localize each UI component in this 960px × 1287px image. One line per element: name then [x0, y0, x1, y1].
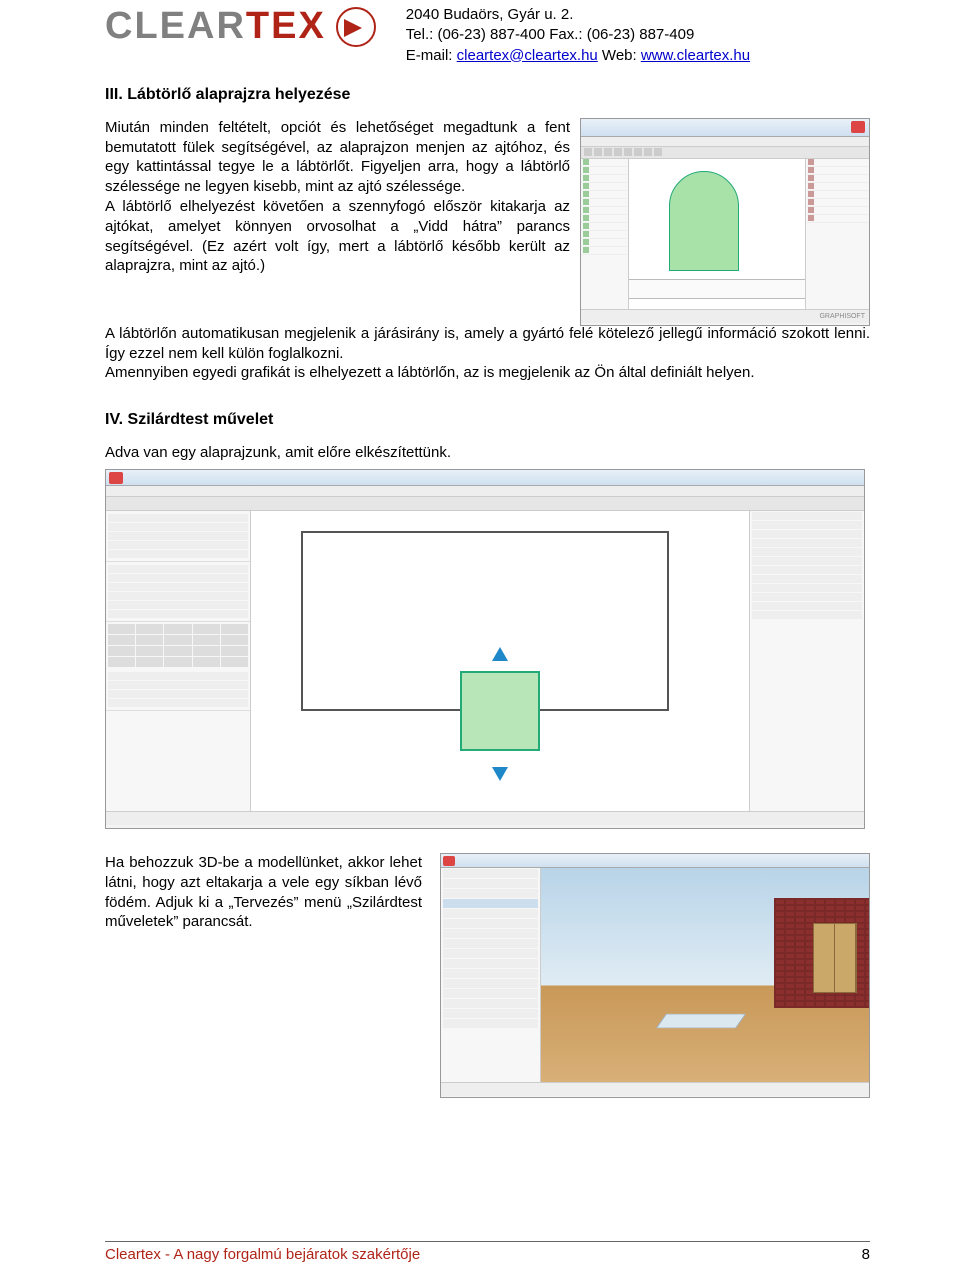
menubar[interactable]: [106, 486, 864, 497]
drawing-canvas[interactable]: [251, 511, 749, 811]
left-panel[interactable]: [581, 159, 629, 309]
page-footer: Cleartex - A nagy forgalmú bejáratok sza…: [105, 1241, 870, 1263]
screenshot-floorplan-large: [105, 469, 865, 829]
graphisoft-label: GRAPHISOFT: [819, 313, 865, 320]
titlebar: [106, 470, 864, 486]
drawing-canvas[interactable]: [629, 159, 805, 309]
email-web-line: E-mail: cleartex@cleartex.hu Web: www.cl…: [406, 46, 750, 66]
doormat-shape: [669, 171, 739, 271]
logo-text-2: TEX: [246, 5, 326, 47]
doormat: [656, 1014, 746, 1028]
section-3-para: Miután minden feltételt, opciót és lehet…: [105, 118, 570, 276]
close-icon[interactable]: [851, 121, 865, 133]
section-3-title: III. Lábtörlő alaprajzra helyezése: [105, 86, 870, 104]
right-panel[interactable]: [749, 511, 864, 811]
logo-arrow-icon: [336, 7, 376, 47]
footer-tagline: Cleartex - A nagy forgalmú bejáratok sza…: [105, 1246, 420, 1263]
toolbar[interactable]: [581, 147, 869, 159]
menubar[interactable]: [581, 137, 869, 147]
floor-line: [629, 279, 805, 299]
left-panel[interactable]: [106, 511, 251, 811]
statusbar: GRAPHISOFT: [581, 309, 869, 323]
page-header: CLEARTEX 2040 Budaörs, Gyár u. 2. Tel.: …: [105, 0, 870, 74]
web-link[interactable]: www.cleartex.hu: [641, 47, 750, 64]
left-panel[interactable]: [441, 868, 541, 1082]
door-opening: [460, 671, 540, 751]
close-icon[interactable]: [443, 856, 455, 866]
tool-palette[interactable]: [106, 622, 250, 669]
screenshot-floorplan-small: GRAPHISOFT: [580, 118, 870, 326]
right-panel[interactable]: [805, 159, 869, 309]
titlebar: [581, 119, 869, 137]
arrow-up-icon: [492, 647, 508, 661]
statusbar: [441, 1082, 869, 1096]
section-4-title: IV. Szilárdtest művelet: [105, 411, 870, 429]
section-4-intro: Adva van egy alaprajzunk, amit előre elk…: [105, 443, 870, 463]
logo-text-1: CLEAR: [105, 5, 246, 47]
toolbar[interactable]: [106, 497, 864, 511]
arrow-down-icon: [492, 767, 508, 781]
screenshot-3d-view: [440, 853, 870, 1098]
contact-block: 2040 Budaörs, Gyár u. 2. Tel.: (06-23) 8…: [406, 5, 750, 66]
section-4-3d-para: Ha behozzuk 3D-be a modellünket, akkor l…: [105, 853, 422, 932]
tel-line: Tel.: (06-23) 887-400 Fax.: (06-23) 887-…: [406, 25, 750, 45]
titlebar: [441, 854, 869, 868]
statusbar: [106, 811, 864, 825]
menu-item-highlighted[interactable]: [443, 899, 538, 908]
page-number: 8: [862, 1246, 870, 1263]
3d-viewport[interactable]: [541, 868, 869, 1082]
section-3-para-wide: A lábtörlőn automatikusan megjelenik a j…: [105, 324, 870, 383]
email-link[interactable]: cleartex@cleartex.hu: [457, 47, 598, 64]
address-line: 2040 Budaörs, Gyár u. 2.: [406, 5, 750, 25]
logo: CLEARTEX: [105, 5, 376, 48]
door: [813, 923, 857, 993]
close-icon[interactable]: [109, 472, 123, 484]
